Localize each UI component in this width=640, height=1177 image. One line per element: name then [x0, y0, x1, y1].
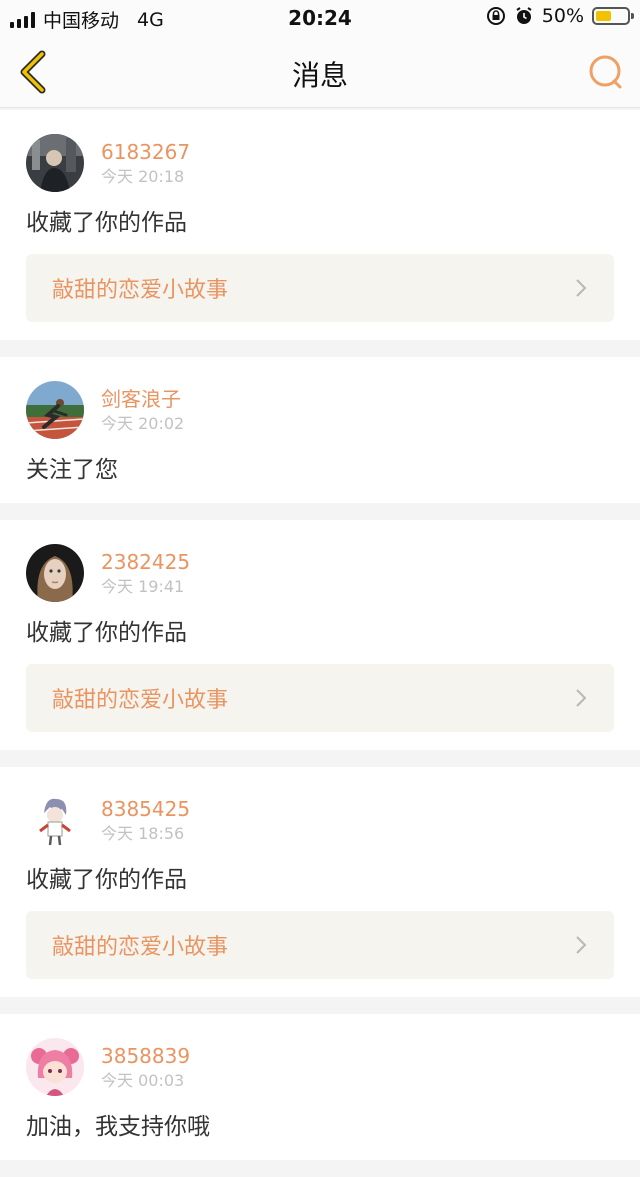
- navigation-bar: 消息: [0, 36, 640, 108]
- message-card[interactable]: 3858839 今天 00:03 加油，我支持你哦: [0, 1014, 640, 1160]
- avatar[interactable]: [26, 544, 84, 602]
- avatar[interactable]: [26, 1038, 84, 1096]
- username[interactable]: 2382425: [101, 550, 190, 574]
- message-list: 6183267 今天 20:18 收藏了你的作品 敲甜的恋爱小故事 剑客浪子 今…: [0, 110, 640, 1177]
- work-title: 敲甜的恋爱小故事: [52, 278, 229, 303]
- message-time: 今天 18:56: [101, 823, 185, 843]
- message-time: 今天 00:03: [101, 1070, 185, 1090]
- username[interactable]: 6183267: [101, 140, 190, 164]
- work-title: 敲甜的恋爱小故事: [52, 688, 229, 713]
- work-link[interactable]: 敲甜的恋爱小故事: [26, 664, 614, 732]
- search-icon: [589, 55, 622, 89]
- message-card[interactable]: 剑客浪子 今天 20:02 关注了您: [0, 357, 640, 503]
- username[interactable]: 8385425: [101, 797, 190, 821]
- status-bar: 中国移动 4G 20:24 50%: [0, 0, 640, 36]
- page-title: 消息: [291, 59, 348, 92]
- message-card[interactable]: 2382425 今天 19:41 收藏了你的作品 敲甜的恋爱小故事: [0, 520, 640, 750]
- username[interactable]: 3858839: [101, 1044, 190, 1068]
- chevron-right-icon: [576, 689, 587, 707]
- message-time: 今天 19:41: [101, 576, 185, 596]
- avatar[interactable]: [26, 381, 84, 439]
- work-title: 敲甜的恋爱小故事: [52, 935, 229, 960]
- avatar[interactable]: [26, 134, 84, 192]
- message-text: 关注了您: [26, 457, 118, 483]
- message-text: 收藏了你的作品: [26, 867, 187, 893]
- search-button[interactable]: [586, 52, 626, 92]
- message-text: 收藏了你的作品: [26, 210, 187, 236]
- avatar[interactable]: [26, 791, 84, 849]
- message-text: 收藏了你的作品: [26, 620, 187, 646]
- message-time: 今天 20:18: [101, 166, 185, 186]
- message-text: 加油，我支持你哦: [26, 1114, 210, 1140]
- message-card[interactable]: 6183267 今天 20:18 收藏了你的作品 敲甜的恋爱小故事: [0, 110, 640, 340]
- rotation-lock-icon: [486, 7, 505, 25]
- alarm-icon: [516, 7, 532, 24]
- battery-percent: 50%: [541, 5, 584, 27]
- work-link[interactable]: 敲甜的恋爱小故事: [26, 911, 614, 979]
- message-time: 今天 20:02: [101, 413, 185, 433]
- username[interactable]: 剑客浪子: [101, 387, 184, 411]
- chevron-right-icon: [576, 279, 587, 297]
- message-card[interactable]: 8385425 今天 18:56 收藏了你的作品 敲甜的恋爱小故事: [0, 767, 640, 997]
- work-link[interactable]: 敲甜的恋爱小故事: [26, 254, 614, 322]
- battery-icon: [592, 7, 634, 25]
- chevron-right-icon: [576, 936, 587, 954]
